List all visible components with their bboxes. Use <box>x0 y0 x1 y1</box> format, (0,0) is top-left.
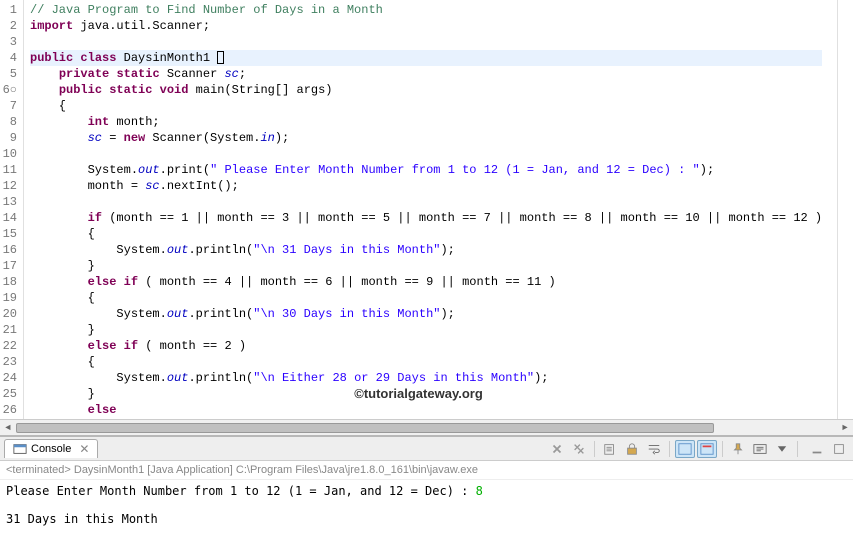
line-number: 27 <box>2 418 17 419</box>
code-line[interactable]: } <box>30 386 822 402</box>
line-number: 2 <box>2 18 17 34</box>
code-line[interactable]: { <box>30 354 822 370</box>
display-selected-button[interactable] <box>750 440 770 458</box>
code-line[interactable]: else if ( month == 2 ) <box>30 338 822 354</box>
code-line[interactable]: else if ( month == 4 || month == 6 || mo… <box>30 274 822 290</box>
editor-pane: 123456○789101112131415161718192021222324… <box>0 0 853 437</box>
code-line[interactable]: public class DaysinMonth1 <box>30 50 822 66</box>
line-number: 20 <box>2 306 17 322</box>
dropdown-icon[interactable] <box>772 440 792 458</box>
line-number: 24 <box>2 370 17 386</box>
code-line[interactable]: int month; <box>30 114 822 130</box>
code-line[interactable]: private static Scanner sc; <box>30 66 822 82</box>
code-editor[interactable]: 123456○789101112131415161718192021222324… <box>0 0 837 419</box>
line-number: 25 <box>2 386 17 402</box>
line-number: 26 <box>2 402 17 418</box>
line-number: 3 <box>2 34 17 50</box>
code-line[interactable] <box>30 34 822 50</box>
overview-ruler <box>837 0 853 419</box>
line-number: 13 <box>2 194 17 210</box>
minimize-icon[interactable] <box>807 440 827 458</box>
maximize-icon[interactable] <box>829 440 849 458</box>
line-number: 15 <box>2 226 17 242</box>
line-number-gutter: 123456○789101112131415161718192021222324… <box>0 0 24 419</box>
scroll-lock-button[interactable] <box>622 440 642 458</box>
code-line[interactable]: { <box>30 290 822 306</box>
line-number: 4 <box>2 50 17 66</box>
console-output[interactable]: Please Enter Month Number from 1 to 12 (… <box>0 480 853 549</box>
pin-console-button[interactable] <box>728 440 748 458</box>
clear-console-button[interactable] <box>600 440 620 458</box>
show-stdout-button[interactable] <box>675 440 695 458</box>
code-line[interactable]: System.out.print(" Please Enter Month Nu… <box>30 162 822 178</box>
line-number: 10 <box>2 146 17 162</box>
line-number: 14 <box>2 210 17 226</box>
code-line[interactable]: { <box>30 226 822 242</box>
code-line[interactable]: } <box>30 258 822 274</box>
horizontal-scrollbar[interactable]: ◄ ► <box>0 419 853 435</box>
code-line[interactable]: System.out.println("\n 31 Days in this M… <box>30 242 822 258</box>
close-icon[interactable]: ✕ <box>79 442 89 456</box>
line-number: 12 <box>2 178 17 194</box>
line-number: 19 <box>2 290 17 306</box>
console-tab-bar: Console ✕ <box>0 437 853 461</box>
line-number: 23 <box>2 354 17 370</box>
line-number: 5 <box>2 66 17 82</box>
code-content[interactable]: // Java Program to Find Number of Days i… <box>24 0 822 419</box>
code-line[interactable]: System.out.println("\n Please enter Vali… <box>30 418 822 419</box>
line-number: 9 <box>2 130 17 146</box>
console-result: 31 Days in this Month <box>6 512 158 526</box>
code-line[interactable]: month = sc.nextInt(); <box>30 178 822 194</box>
code-line[interactable]: public static void main(String[] args) <box>30 82 822 98</box>
code-line[interactable]: sc = new Scanner(System.in); <box>30 130 822 146</box>
word-wrap-button[interactable] <box>644 440 664 458</box>
code-line[interactable]: import java.util.Scanner; <box>30 18 822 34</box>
line-number: 7 <box>2 98 17 114</box>
line-number: 18 <box>2 274 17 290</box>
code-line[interactable]: } <box>30 322 822 338</box>
line-number: 17 <box>2 258 17 274</box>
line-number: 22 <box>2 338 17 354</box>
scroll-thumb[interactable] <box>16 423 714 433</box>
line-number: 1 <box>2 2 17 18</box>
code-line[interactable]: if (month == 1 || month == 3 || month ==… <box>30 210 822 226</box>
remove-all-button[interactable] <box>569 440 589 458</box>
console-pane: Console ✕ <terminated> DaysinMonth1 [Jav… <box>0 437 853 549</box>
console-tab[interactable]: Console ✕ <box>4 439 98 458</box>
console-user-input: 8 <box>476 484 483 498</box>
scroll-left-arrow[interactable]: ◄ <box>0 421 16 435</box>
code-line[interactable]: { <box>30 98 822 114</box>
line-number: 11 <box>2 162 17 178</box>
line-number: 21 <box>2 322 17 338</box>
line-number: 8 <box>2 114 17 130</box>
console-icon <box>13 442 27 456</box>
code-line[interactable] <box>30 146 822 162</box>
remove-launch-button[interactable] <box>547 440 567 458</box>
console-prompt: Please Enter Month Number from 1 to 12 (… <box>6 484 476 498</box>
code-line[interactable]: System.out.println("\n 30 Days in this M… <box>30 306 822 322</box>
console-tab-label: Console <box>31 443 71 455</box>
code-line[interactable] <box>30 194 822 210</box>
console-process-header: <terminated> DaysinMonth1 [Java Applicat… <box>0 461 853 480</box>
code-line[interactable]: // Java Program to Find Number of Days i… <box>30 2 822 18</box>
code-line[interactable]: else <box>30 402 822 418</box>
show-stderr-button[interactable] <box>697 440 717 458</box>
line-number: 16 <box>2 242 17 258</box>
console-toolbar <box>547 440 849 458</box>
line-number: 6○ <box>2 82 17 98</box>
scroll-right-arrow[interactable]: ► <box>837 421 853 435</box>
code-line[interactable]: System.out.println("\n Either 28 or 29 D… <box>30 370 822 386</box>
